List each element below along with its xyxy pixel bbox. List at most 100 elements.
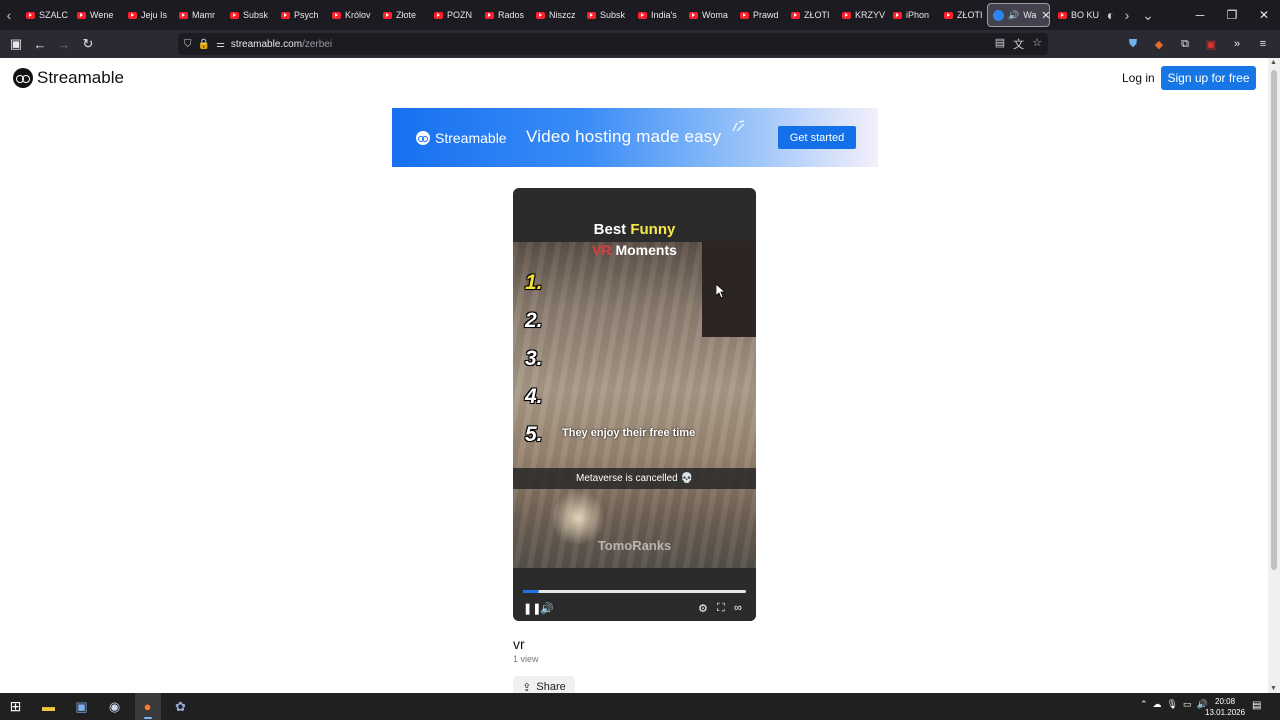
- restore-icon[interactable]: ❐: [1216, 0, 1248, 30]
- tab-item[interactable]: Złote: [375, 3, 426, 27]
- tab-item[interactable]: Jeju Is: [120, 3, 171, 27]
- app-window-icon[interactable]: ▣: [73, 698, 90, 715]
- tab-item[interactable]: ZŁOTI: [783, 3, 834, 27]
- cloud-icon[interactable]: ☁: [1153, 699, 1162, 710]
- mouse-cursor-icon: [716, 284, 726, 298]
- volume-icon[interactable]: 🔊: [540, 602, 554, 615]
- tab-scroll-right-icon[interactable]: ›: [1118, 0, 1136, 30]
- reload-icon[interactable]: ↻: [76, 32, 100, 56]
- tab-item[interactable]: Psych: [273, 3, 324, 27]
- tab-item[interactable]: Subsk: [579, 3, 630, 27]
- streamable-player-logo-icon[interactable]: ∞: [734, 602, 742, 614]
- tab-item[interactable]: Niszcz: [528, 3, 579, 27]
- tab-item[interactable]: Prawd: [732, 3, 783, 27]
- signup-button[interactable]: Sign up for free: [1161, 66, 1256, 90]
- tab-item[interactable]: iPhon: [885, 3, 936, 27]
- windows-start-icon[interactable]: ⊞: [7, 698, 24, 715]
- reader-view-icon[interactable]: ▤: [995, 36, 1005, 52]
- close-window-icon[interactable]: ✕: [1248, 0, 1280, 30]
- browser-tab-strip: ‹ SZALC Wene Jeju Is Mamr Subsk Psych Królov Zł…: [0, 0, 1280, 30]
- tray-expand-icon[interactable]: ⌃: [1140, 699, 1148, 710]
- tab-item[interactable]: KRZYV: [834, 3, 885, 27]
- video-progress-bar[interactable]: [523, 590, 746, 593]
- tab-active[interactable]: 🔊 Wa ✕: [987, 3, 1050, 27]
- youtube-favicon-icon: [638, 11, 647, 19]
- get-started-button[interactable]: Get started: [778, 126, 856, 149]
- tab-label: Subsk: [600, 10, 626, 20]
- streamable-logo[interactable]: Streamable: [13, 68, 124, 88]
- login-link[interactable]: Log in: [1122, 71, 1155, 85]
- overflow-chevron-icon[interactable]: »: [1228, 32, 1246, 56]
- tab-item[interactable]: Wene: [69, 3, 120, 27]
- tab-item[interactable]: Królov: [324, 3, 375, 27]
- extensions-puzzle-icon[interactable]: ⧉: [1176, 32, 1194, 56]
- banner-logo: Streamable: [416, 130, 507, 146]
- tab-label: India's: [651, 10, 677, 20]
- minimize-icon[interactable]: ─: [1184, 0, 1216, 30]
- shield-icon[interactable]: ⛉: [184, 39, 192, 50]
- video-player[interactable]: Best Funny VR Moments 1. 2. 3. 4. 5. The…: [513, 188, 756, 621]
- streamable-favicon-icon: [993, 9, 1004, 21]
- clock[interactable]: 20:08 13.01.2026: [1205, 696, 1245, 718]
- tab-label: iPhon: [906, 10, 930, 20]
- fullscreen-icon[interactable]: ⛶: [717, 602, 725, 615]
- steam-icon[interactable]: ◉: [106, 698, 123, 715]
- tab-list: SZALC Wene Jeju Is Mamr Subsk Psych Królov Złot…: [18, 0, 987, 30]
- scroll-up-icon[interactable]: ▲: [1270, 59, 1277, 66]
- tab-extra[interactable]: BO KU: [1050, 3, 1104, 27]
- lock-icon[interactable]: 🔒: [198, 39, 210, 50]
- rank-number-2: 2.: [525, 309, 543, 332]
- url-text[interactable]: streamable.com/zerbei: [231, 39, 332, 50]
- video-title-line1: Best Funny: [593, 221, 676, 238]
- share-button[interactable]: ⇪ Share: [513, 676, 575, 693]
- extension-fox-icon[interactable]: ◆: [1150, 32, 1168, 56]
- network-icon[interactable]: ▭: [1183, 699, 1192, 710]
- menu-hamburger-icon[interactable]: ≡: [1254, 32, 1272, 56]
- youtube-favicon-icon: [740, 11, 749, 19]
- tab-scroll-left-icon[interactable]: ‹: [0, 0, 18, 30]
- page-scrollbar[interactable]: ▲ ▼: [1268, 58, 1280, 693]
- tab-item[interactable]: ZŁOTI: [936, 3, 987, 27]
- logo-text: Streamable: [37, 68, 124, 87]
- video-name: vr: [513, 636, 525, 652]
- translate-icon[interactable]: 文: [1013, 36, 1024, 52]
- window-controls: ─ ❐ ✕: [1184, 0, 1280, 30]
- tab-item[interactable]: Mamr: [171, 3, 222, 27]
- tab-item[interactable]: Rados: [477, 3, 528, 27]
- extension-badge-icon[interactable]: ▣: [1202, 32, 1220, 56]
- tab-favicon-icon[interactable]: ◐: [1104, 0, 1118, 30]
- firefox-icon[interactable]: ●: [139, 698, 156, 715]
- youtube-favicon-icon: [791, 11, 800, 19]
- tab-item[interactable]: POZN: [426, 3, 477, 27]
- app-icon[interactable]: ✿: [172, 698, 189, 715]
- rank-number-3: 3.: [525, 347, 543, 370]
- pause-icon[interactable]: ❚❚: [523, 602, 541, 615]
- back-icon[interactable]: ←: [28, 32, 52, 56]
- tab-item[interactable]: Woma: [681, 3, 732, 27]
- sidebar-toggle-icon[interactable]: ▣: [4, 32, 28, 56]
- tab-item[interactable]: India's: [630, 3, 681, 27]
- vpn-shield-icon[interactable]: ⛊: [1124, 32, 1142, 56]
- speaker-icon[interactable]: 🔊: [1008, 10, 1019, 21]
- forward-icon[interactable]: →: [52, 32, 76, 56]
- microphone-icon[interactable]: 🎙: [1167, 699, 1178, 710]
- tab-item[interactable]: SZALC: [18, 3, 69, 27]
- share-label: Share: [536, 681, 566, 693]
- notifications-icon[interactable]: ▤: [1252, 700, 1261, 711]
- scroll-down-icon[interactable]: ▼: [1270, 685, 1277, 692]
- tab-label: Woma: [702, 10, 728, 20]
- tab-label: BO KU: [1071, 10, 1100, 20]
- ad-banner[interactable]: Streamable Video hosting made easy Get s…: [392, 108, 878, 167]
- toolbar-extensions: ⛊ ◆ ⧉ ▣ » ≡: [1124, 32, 1272, 56]
- address-bar[interactable]: ⛉ 🔒 ⚌ streamable.com/zerbei ▤ 文 ☆: [178, 33, 1048, 55]
- scrollbar-thumb[interactable]: [1271, 70, 1277, 570]
- tab-list-dropdown-icon[interactable]: ⌄: [1136, 0, 1160, 30]
- settings-gear-icon[interactable]: ⚙: [698, 602, 708, 615]
- bookmark-star-icon[interactable]: ☆: [1032, 36, 1042, 52]
- tab-item[interactable]: Subsk: [222, 3, 273, 27]
- permissions-icon[interactable]: ⚌: [216, 39, 225, 50]
- close-tab-icon[interactable]: ✕: [1041, 9, 1049, 22]
- file-explorer-icon[interactable]: ▬: [40, 698, 57, 715]
- clock-date: 13.01.2026: [1205, 708, 1246, 717]
- clock-time: 20:08: [1215, 697, 1236, 706]
